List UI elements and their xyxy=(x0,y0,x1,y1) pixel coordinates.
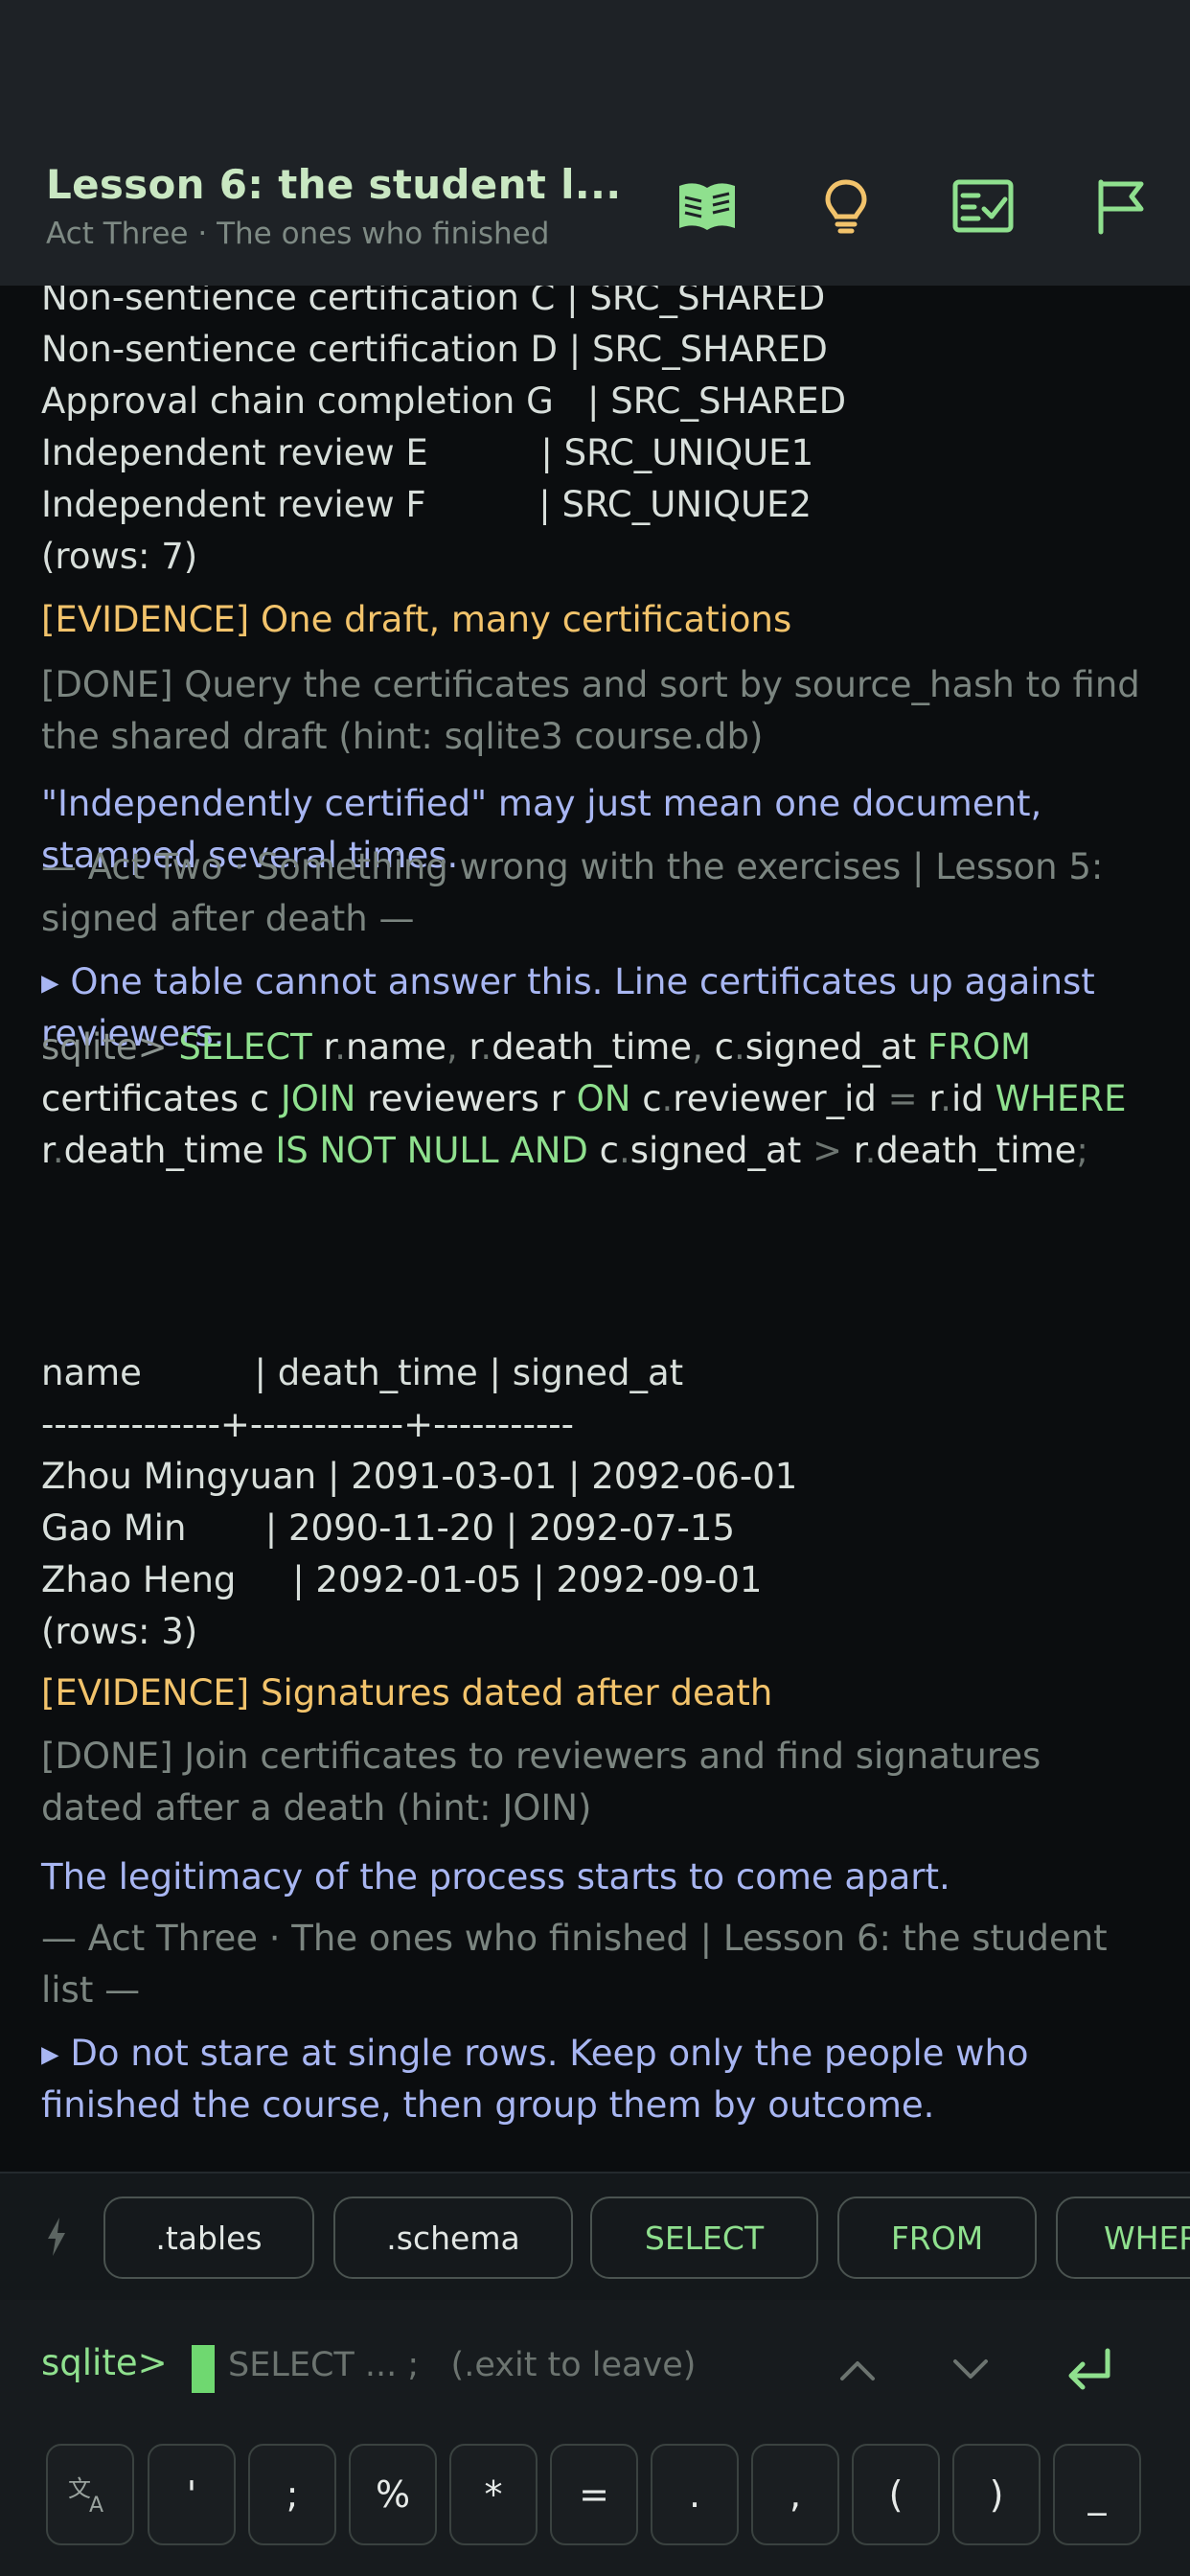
result-row: Independent review E | SRC_UNIQUE1 xyxy=(41,432,814,473)
chip-from[interactable]: FROM xyxy=(837,2196,1037,2279)
sql-query: sqlite> SELECT r.name, r.death_time, c.s… xyxy=(41,1026,1127,1171)
bolt-icon xyxy=(42,2216,71,2258)
quick-command-bar: .tables .schema SELECT FROM WHERE xyxy=(0,2172,1190,2302)
evidence-line: [EVIDENCE] One draft, many certification… xyxy=(41,599,792,640)
task-done-line: [DONE] Join certificates to reviewers an… xyxy=(41,1736,1041,1828)
sql-keyword: JOIN xyxy=(280,1078,356,1119)
sql-identifier: c xyxy=(599,1130,620,1171)
row-count: (rows: 3) xyxy=(41,1611,198,1652)
chip-schema[interactable]: .schema xyxy=(333,2196,573,2279)
key-comma[interactable]: , xyxy=(751,2444,839,2545)
sql-identifier: id xyxy=(951,1078,984,1119)
result-divider: --------------+------------+----------- xyxy=(41,1404,574,1445)
svg-text:文: 文 xyxy=(68,2475,91,2502)
key-percent[interactable]: % xyxy=(349,2444,437,2545)
key-asterisk[interactable]: * xyxy=(449,2444,538,2545)
book-icon[interactable] xyxy=(671,172,744,240)
sql-identifier: reviewers r xyxy=(367,1078,565,1119)
act-divider: — Act Two · Something wrong with the exe… xyxy=(41,846,1104,939)
result-header: name | death_time | signed_at xyxy=(41,1352,684,1393)
row-count: (rows: 7) xyxy=(41,536,198,577)
act-divider: — Act Three · The ones who finished | Le… xyxy=(41,1918,1108,2011)
sql-identifier: r xyxy=(469,1026,481,1068)
sql-keyword: FROM xyxy=(927,1026,1031,1068)
sql-keyword: WHERE xyxy=(995,1078,1127,1119)
sql-identifier: death_time xyxy=(63,1130,264,1171)
sql-identifier: r xyxy=(928,1078,941,1119)
sql-keyword: AND xyxy=(510,1130,588,1171)
enter-icon[interactable] xyxy=(1056,2336,1123,2404)
result-row: Gao Min | 2090-11-20 | 2092-07-15 xyxy=(41,1507,735,1549)
sql-identifier: c xyxy=(714,1026,734,1068)
app-root: Lesson 6: the student l... Act Three · T… xyxy=(0,0,1190,2576)
task-done-line: [DONE] Query the certificates and sort b… xyxy=(41,664,1140,757)
result-row: Independent review F | SRC_UNIQUE2 xyxy=(41,484,812,525)
sql-identifier: signed_at xyxy=(629,1130,802,1171)
evidence-line: [EVIDENCE] Signatures dated after death xyxy=(41,1672,773,1714)
key-open-paren[interactable]: ( xyxy=(852,2444,940,2545)
sql-identifier: r xyxy=(853,1130,865,1171)
chip-select[interactable]: SELECT xyxy=(590,2196,818,2279)
sql-identifier: c xyxy=(642,1078,662,1119)
result-row: Zhou Mingyuan | 2091-03-01 | 2092-06-01 xyxy=(41,1456,798,1497)
chip-tables[interactable]: .tables xyxy=(103,2196,314,2279)
sql-identifier: death_time xyxy=(876,1130,1077,1171)
lesson-subtitle: Act Three · The ones who finished xyxy=(46,217,550,251)
sql-keyword: SELECT xyxy=(178,1026,312,1068)
result-row: Non-sentience certification D | SRC_SHAR… xyxy=(41,329,828,370)
sql-identifier: r xyxy=(323,1026,335,1068)
sql-identifier: death_time xyxy=(492,1026,693,1068)
key-semicolon[interactable]: ; xyxy=(248,2444,336,2545)
text-cursor xyxy=(192,2345,215,2393)
terminal-output: Non-sentience certification C | SRC_SHAR… xyxy=(0,286,1190,2172)
command-input-row: sqlite> SELECT ... ; (.exit to leave) xyxy=(0,2300,1190,2434)
key-close-paren[interactable]: ) xyxy=(952,2444,1041,2545)
hint-line: ▸ Do not stare at single rows. Keep only… xyxy=(41,2033,1029,2126)
svg-text:A: A xyxy=(89,2494,103,2516)
input-prompt: sqlite> xyxy=(41,2342,168,2383)
translate-icon[interactable]: 文A xyxy=(46,2444,134,2545)
key-quote[interactable]: ' xyxy=(148,2444,236,2545)
result-row: Approval chain completion G | SRC_SHARED xyxy=(41,380,847,422)
history-up-icon[interactable] xyxy=(824,2336,891,2404)
chip-where[interactable]: WHERE xyxy=(1056,2196,1190,2279)
sql-identifier: name xyxy=(346,1026,446,1068)
history-down-icon[interactable] xyxy=(937,2336,1004,2404)
result-row: Zhao Heng | 2092-01-05 | 2092-09-01 xyxy=(41,1559,763,1600)
sql-keyword: IS NOT NULL xyxy=(275,1130,499,1171)
sql-keyword: ON xyxy=(576,1078,631,1119)
lightbulb-icon[interactable] xyxy=(810,172,882,240)
command-input[interactable]: SELECT ... ; (.exit to leave) xyxy=(228,2346,696,2384)
sql-identifier: reviewer_id xyxy=(673,1078,877,1119)
sql-identifier: signed_at xyxy=(744,1026,917,1068)
key-equals[interactable]: = xyxy=(550,2444,638,2545)
sql-identifier: r xyxy=(41,1130,53,1171)
flag-icon[interactable] xyxy=(1085,172,1157,240)
result-row: Non-sentience certification C | SRC_SHAR… xyxy=(41,286,826,318)
narration-line: The legitimacy of the process starts to … xyxy=(41,1856,950,1898)
symbol-key-row: 文A ' ; % * = . , ( ) _ xyxy=(0,2434,1190,2576)
key-underscore[interactable]: _ xyxy=(1053,2444,1141,2545)
sql-prompt: sqlite> xyxy=(41,1026,168,1068)
checklist-icon[interactable] xyxy=(947,172,1019,240)
key-dot[interactable]: . xyxy=(651,2444,739,2545)
lesson-header: Lesson 6: the student l... Act Three · T… xyxy=(0,0,1190,286)
sql-identifier: certificates c xyxy=(41,1078,270,1119)
lesson-title: Lesson 6: the student l... xyxy=(46,161,622,208)
